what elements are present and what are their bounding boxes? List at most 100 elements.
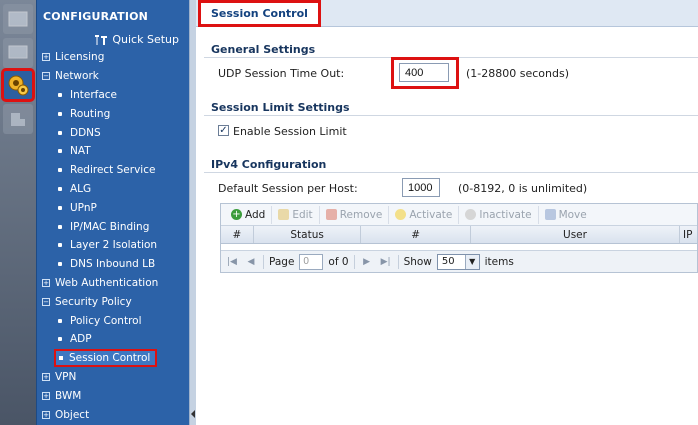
divider [204, 172, 698, 173]
tab-session-control[interactable]: Session Control [198, 0, 321, 27]
items-label: items [484, 255, 514, 268]
nav-item-label: BWM [55, 389, 82, 402]
nav-item-redirect-service[interactable]: Redirect Service [37, 161, 189, 180]
prev-page-icon[interactable]: ◀ [244, 255, 258, 269]
per-page-value: 50 [441, 256, 455, 267]
remove-label: Remove [339, 208, 383, 221]
nav-item-label: Policy Control [70, 314, 142, 327]
inactivate-button[interactable]: Inactivate [459, 205, 539, 224]
column-header-status[interactable]: Status [254, 226, 362, 243]
selected-highlight[interactable]: Session Control [54, 349, 158, 368]
collapse-icon[interactable]: − [42, 72, 50, 81]
panel-splitter[interactable] [189, 0, 196, 425]
collapse-icon[interactable]: − [42, 297, 50, 306]
edit-label: Edit [292, 208, 313, 221]
tab-bar: Session Control [196, 0, 698, 27]
udp-timeout-input[interactable] [399, 63, 449, 82]
nav-item-label: Interface [70, 88, 118, 101]
table-pager: |◀ ◀ Page of 0 ▶ ▶| Show 50 ▼ items [221, 250, 697, 272]
bullet-icon [58, 337, 62, 342]
expand-icon[interactable]: + [42, 391, 50, 400]
nav-item-label: ALG [70, 182, 92, 195]
nav-item-label: Object [55, 408, 90, 421]
per-page-select[interactable]: 50 ▼ [436, 253, 480, 270]
session-limit-heading: Session Limit Settings [211, 101, 350, 114]
lightbulb-off-icon [465, 209, 477, 220]
bullet-icon [58, 149, 62, 154]
chevron-down-icon[interactable]: ▼ [464, 254, 479, 269]
table-header: # Status # User IP [221, 226, 697, 244]
nav-item-upnp[interactable]: UPnP [37, 198, 189, 217]
nav-item-ddns[interactable]: DDNS [37, 123, 189, 142]
nav-item-routing[interactable]: Routing [37, 104, 189, 123]
nav-item-label: DNS Inbound LB [70, 258, 156, 271]
nav-item-security-policy[interactable]: − Security Policy [37, 292, 189, 311]
last-page-icon[interactable]: ▶| [379, 255, 393, 269]
bullet-icon [59, 356, 63, 361]
session-limit-table: + Add Edit Remove Activate Inactivate Mo… [220, 203, 698, 273]
nav-item-licensing[interactable]: + Licensing [37, 48, 189, 67]
column-header-ip[interactable]: IP [680, 226, 697, 243]
show-label: Show [403, 255, 432, 268]
nav-item-label: UPnP [70, 201, 97, 214]
inactivate-label: Inactivate [479, 208, 532, 221]
collapse-arrow-icon[interactable] [191, 410, 195, 418]
bullet-icon [58, 205, 62, 210]
bullet-icon [58, 224, 62, 229]
nav-item-label: IP/MAC Binding [70, 220, 150, 233]
udp-timeout-hint: (1-28800 seconds) [466, 67, 570, 80]
monitor-icon[interactable] [3, 38, 33, 68]
configuration-gear-icon[interactable] [1, 68, 35, 102]
bullet-icon [58, 186, 62, 191]
remove-button[interactable]: Remove [320, 205, 390, 224]
enable-session-limit-checkbox[interactable]: ✓ [218, 125, 229, 136]
nav-item-bwm[interactable]: + BWM [37, 386, 189, 405]
nav-item-label: Security Policy [55, 295, 132, 308]
table-toolbar: + Add Edit Remove Activate Inactivate Mo… [221, 204, 697, 226]
nav-item-network[interactable]: − Network [37, 67, 189, 86]
nav-item-vpn[interactable]: + VPN [37, 368, 189, 387]
nav-item-web-authentication[interactable]: + Web Authentication [37, 274, 189, 293]
nav-item-ip-mac-binding[interactable]: IP/MAC Binding [37, 217, 189, 236]
dashboard-icon[interactable] [3, 4, 33, 34]
nav-item-alg[interactable]: ALG [37, 180, 189, 199]
add-label: Add [245, 208, 266, 221]
expand-icon[interactable]: + [42, 53, 50, 62]
quick-setup-label: Quick Setup [112, 33, 179, 46]
expand-icon[interactable]: + [42, 372, 50, 381]
nav-item-nat[interactable]: NAT [37, 142, 189, 161]
column-header-user[interactable]: User [471, 226, 681, 243]
nav-item-label: Redirect Service [70, 164, 156, 177]
nav-item-object[interactable]: + Object [37, 405, 189, 424]
nav-item-label: Layer 2 Isolation [70, 239, 158, 252]
bullet-icon [58, 130, 62, 135]
first-page-icon[interactable]: |◀ [225, 255, 239, 269]
quick-setup-link[interactable]: Quick Setup [94, 33, 179, 46]
expand-icon[interactable]: + [42, 278, 50, 287]
maintenance-icon[interactable] [3, 104, 33, 134]
next-page-icon[interactable]: ▶ [360, 255, 374, 269]
activate-button[interactable]: Activate [389, 205, 460, 224]
expand-icon[interactable]: + [42, 410, 50, 419]
bullet-icon [58, 243, 62, 248]
divider [204, 115, 698, 116]
nav-item-interface[interactable]: Interface [37, 86, 189, 105]
nav-item-label: VPN [55, 370, 77, 383]
bullet-icon [58, 92, 62, 97]
move-button[interactable]: Move [539, 206, 593, 224]
main-content: Session Control General Settings UDP Ses… [196, 0, 698, 425]
nav-item-layer-2-isolation[interactable]: Layer 2 Isolation [37, 236, 189, 255]
nav-item-policy-control[interactable]: Policy Control [37, 311, 189, 330]
activate-label: Activate [409, 208, 453, 221]
nav-item-label: Routing [70, 107, 111, 120]
column-header-number[interactable]: # [361, 226, 471, 243]
add-button[interactable]: + Add [225, 205, 273, 224]
nav-item-dns-inbound-lb[interactable]: DNS Inbound LB [37, 255, 189, 274]
nav-item-session-control[interactable]: Session Control [37, 349, 189, 368]
column-header-index[interactable]: # [221, 226, 254, 243]
page-number-input[interactable] [299, 253, 324, 270]
nav-item-adp[interactable]: ADP [37, 330, 189, 349]
navigation-panel: CONFIGURATION Quick Setup + Licensing − Ne… [36, 0, 189, 425]
edit-button[interactable]: Edit [272, 205, 320, 224]
default-session-input[interactable] [402, 178, 440, 197]
